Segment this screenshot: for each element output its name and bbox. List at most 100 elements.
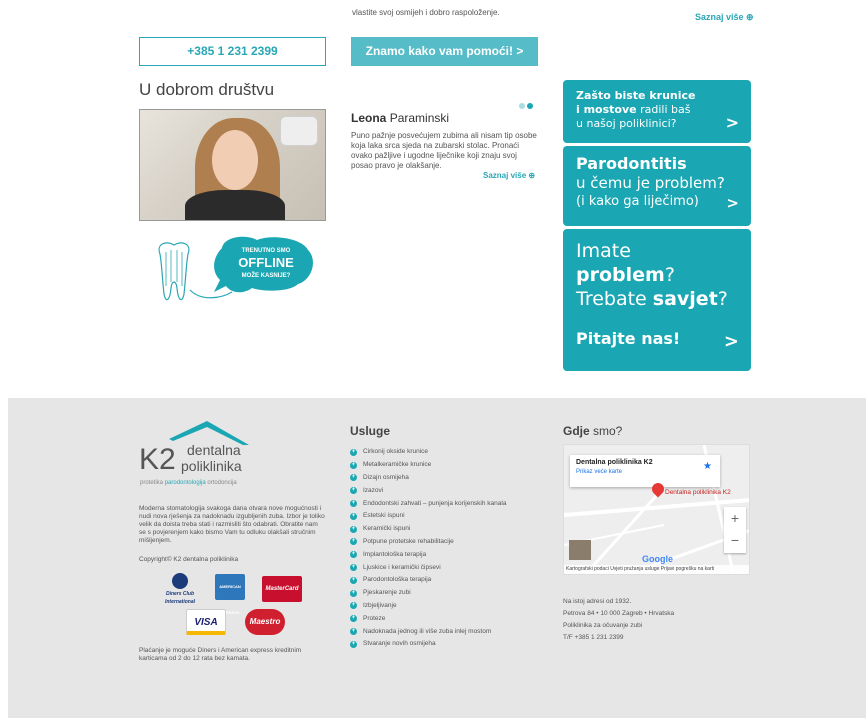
testimonial-text: Puno pažnje posvećujem zubima ali nisam … (351, 131, 537, 170)
service-label: Estetski ispuni (363, 512, 405, 520)
google-map[interactable]: Dentalna poliklinika K2 Prikaz veće kart… (563, 444, 750, 575)
chevron-right-icon: > (726, 194, 739, 212)
copyright: Copyright© K2 dentalna poliklinika (139, 556, 239, 563)
plus-circle-icon: + (350, 602, 357, 610)
service-label: Izbjeljivanje (363, 601, 397, 609)
map-info-popup[interactable]: Dentalna poliklinika K2 Prikaz veće kart… (570, 455, 720, 487)
service-item[interactable]: + Endodontski zahvati – punjenja korijens… (350, 497, 506, 510)
plus-circle-icon: + (350, 576, 357, 584)
promo-ask-us[interactable]: Imate problem? Trebate savjet? Pitajte n… (563, 229, 751, 371)
cable-icon (189, 289, 233, 299)
service-label: Implantološka terapija (363, 550, 427, 558)
service-label: Pjeskarenje zubi (363, 589, 411, 597)
service-item[interactable]: + Pjeskarenje zubi (350, 587, 506, 600)
service-item[interactable]: + Nadoknada jednog ili više zuba inlej mo… (350, 625, 506, 638)
amex-card-logo: AMERICAN EXPRESS (215, 574, 245, 615)
service-item[interactable]: + Stvaranje novih osmijeha (350, 638, 506, 651)
service-label: Stvaranje novih osmijeha (363, 640, 436, 648)
offline-chat-widget[interactable]: TRENUTNO SMO OFFLINE MOŽE KASNIJE? (152, 236, 317, 306)
plus-circle-icon: + (350, 448, 357, 456)
where-title: Gdje smo? (563, 424, 623, 438)
section-title: U dobrom društvu (139, 80, 275, 99)
plus-circle-icon: + (350, 564, 357, 572)
service-label: Metalkeramičke krunice (363, 461, 432, 469)
services-list: + Cirkonij okside krunice + Metalkeramičke … (350, 446, 506, 651)
chevron-right-icon: > (723, 331, 739, 352)
service-item[interactable]: + Izbjeljivanje (350, 600, 506, 613)
service-label: Parodontološka terapija (363, 576, 432, 584)
service-label: Keramički ispuni (363, 525, 411, 533)
service-label: Potpune protetske rehabilitacije (363, 537, 454, 545)
offline-line1: TRENUTNO SMO (242, 248, 291, 254)
zoom-controls[interactable]: + − (724, 507, 746, 553)
plus-circle-icon: + (350, 474, 357, 482)
address-block: Na istoj adresi od 1932. Petrova 84 • 10… (563, 596, 674, 644)
plus-circle-icon: + (350, 461, 357, 469)
address-line: Na istoj adresi od 1932. (563, 598, 632, 605)
service-item[interactable]: + Potpune protetske rehabilitacije (350, 536, 506, 549)
service-item[interactable]: + Parodontološka terapija (350, 574, 506, 587)
larger-map-link[interactable]: Prikaz veće karte (576, 469, 714, 475)
service-label: Cirkonij okside krunice (363, 448, 429, 456)
plus-circle-icon: + (350, 628, 357, 636)
service-label: Proteze (363, 614, 386, 622)
address-line: Petrova 84 • 10 000 Zagreb • Hrvatska (563, 610, 675, 617)
service-item[interactable]: + Dizajn osmijeha (350, 472, 506, 485)
star-icon[interactable]: ★ (703, 461, 712, 472)
plus-circle-icon: + (350, 487, 357, 495)
service-item[interactable]: + Metalkeramičke krunice (350, 459, 506, 472)
phone-number-box[interactable]: +385 1 231 2399 (139, 37, 326, 66)
help-button[interactable]: Znamo kako vam pomoći! > (351, 37, 538, 66)
service-label: Ljuskice i keramički čipsevi (363, 563, 441, 571)
address-line: Poliklinika za očuvanje zubi (563, 622, 643, 629)
saznaj-vise-link-top[interactable]: Saznaj više ⊕ (695, 12, 754, 23)
carousel-dots[interactable] (519, 96, 535, 114)
svg-text:K2: K2 (139, 443, 176, 475)
plus-circle-icon: + (350, 525, 357, 533)
k2-logo[interactable]: K2 dentalna poliklinika (139, 417, 259, 475)
service-item[interactable]: + Ljuskice i keramički čipsevi (350, 561, 506, 574)
testimonial-photo (139, 109, 326, 221)
offline-line3: MOŽE KASNIJE? (242, 271, 291, 279)
service-item[interactable]: + Keramički ispuni (350, 523, 506, 536)
google-logo: Google (642, 554, 673, 564)
zoom-in-button[interactable]: + (724, 507, 746, 529)
promo-crowns[interactable]: Zašto biste krunice i mostove radili baš… (563, 80, 751, 143)
service-item[interactable]: + Cirkonij okside krunice (350, 446, 506, 459)
testimonial-name: Leona Paraminski (351, 111, 450, 125)
service-label: Nadoknada jednog ili više zuba inlej mos… (363, 627, 492, 635)
map-attribution: Kartografski podaci Uvjeti pružanja uslu… (564, 565, 749, 574)
payment-note: Plaćanje je moguće Diners i American exp… (139, 647, 302, 662)
zoom-out-button[interactable]: − (724, 529, 746, 551)
service-label: Izazovi (363, 486, 384, 494)
service-item[interactable]: + Implantološka terapija (350, 548, 506, 561)
logo-tagline: protetika parodontologija ortodoncija (140, 480, 237, 486)
visa-card-logo: VISA (186, 609, 226, 635)
about-text: Moderna stomatologija svakoga dana otvar… (139, 505, 325, 544)
plus-circle-icon: + (350, 512, 357, 520)
intro-text: vlastite svoj osmijeh i dobro raspoložen… (352, 8, 500, 17)
svg-text:dentalna: dentalna (187, 442, 241, 458)
plus-circle-icon: + (350, 551, 357, 559)
plus-circle-icon: + (350, 538, 357, 546)
promo-parodontitis[interactable]: Parodontitis u čemu je problem? (i kako … (563, 146, 751, 226)
service-item[interactable]: + Proteze (350, 612, 506, 625)
carousel-dot-active[interactable] (527, 103, 533, 109)
plus-circle-icon: + (350, 640, 357, 648)
maestro-card-logo: Maestro (245, 609, 285, 635)
mastercard-logo: MasterCard (262, 576, 302, 602)
address-line: T/F +385 1 231 2399 (563, 634, 624, 641)
plus-circle-icon: + (350, 500, 357, 508)
svg-text:poliklinika: poliklinika (181, 458, 242, 474)
service-label: Dizajn osmijeha (363, 473, 409, 481)
plus-circle-icon: + (350, 589, 357, 597)
offline-line2: OFFLINE (238, 255, 294, 270)
tooth-icon (158, 242, 190, 301)
services-title: Usluge (350, 424, 391, 438)
chevron-right-icon: > (725, 113, 739, 132)
plus-circle-icon: + (350, 615, 357, 623)
testimonial-more-link[interactable]: Saznaj više ⊕ (483, 171, 535, 180)
service-item[interactable]: + Izazovi (350, 484, 506, 497)
service-item[interactable]: + Estetski ispuni (350, 510, 506, 523)
carousel-dot[interactable] (519, 103, 525, 109)
